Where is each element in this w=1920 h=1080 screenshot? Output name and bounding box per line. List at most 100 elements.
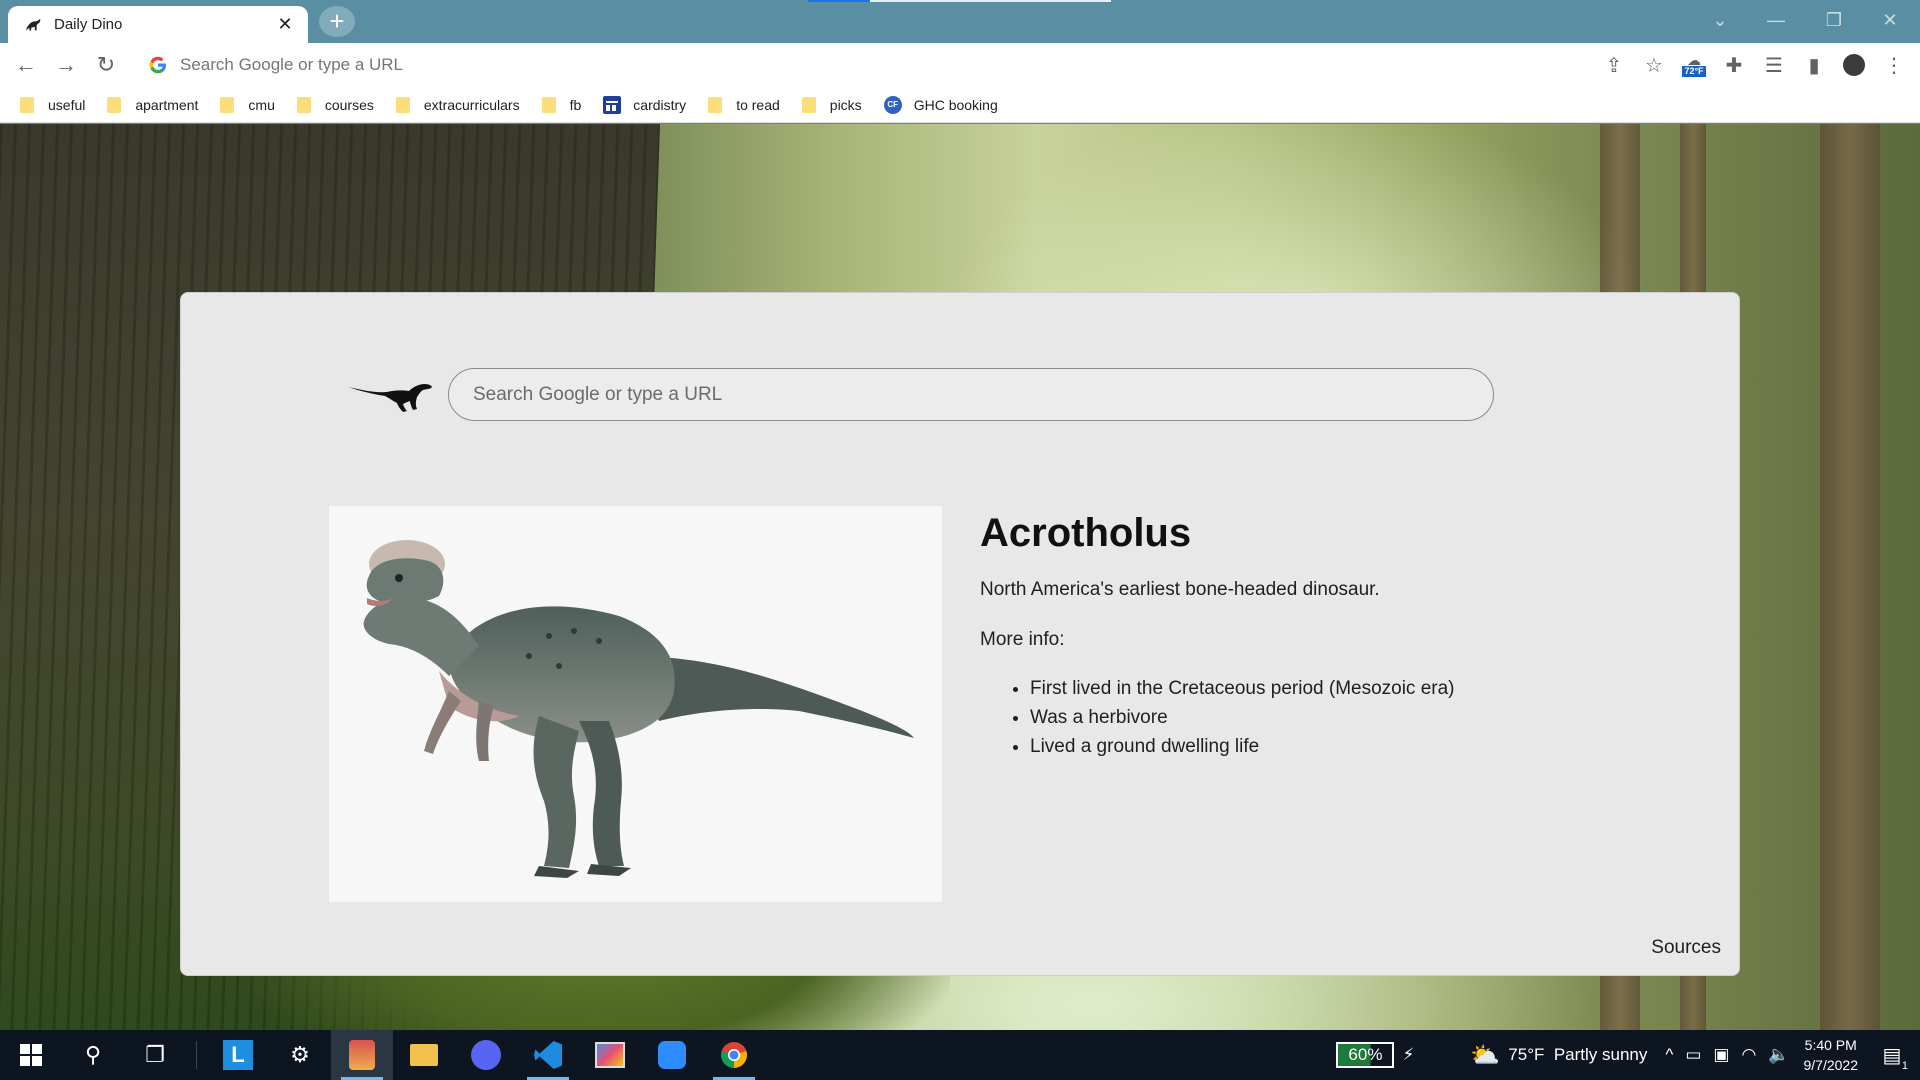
- background-tree: [1820, 124, 1880, 1030]
- dinosaur-name: Acrotholus: [980, 511, 1192, 555]
- profile-avatar-icon[interactable]: [1834, 45, 1874, 85]
- bookmark-label: extracurriculars: [423, 96, 520, 113]
- file-explorer-icon[interactable]: [393, 1030, 455, 1080]
- display-icon[interactable]: ▣: [1713, 1045, 1729, 1065]
- bookmark-courses[interactable]: courses: [296, 96, 374, 113]
- tab-strip-highlight: [808, 0, 1111, 2]
- settings-gear-icon[interactable]: ⚙: [269, 1030, 331, 1080]
- calendar-icon: [603, 95, 622, 114]
- close-icon[interactable]: ✕: [274, 14, 296, 35]
- omnibox[interactable]: [140, 48, 1580, 82]
- bookmark-cmu[interactable]: cmu: [220, 96, 275, 113]
- clock-time: 5:40 PM: [1804, 1037, 1857, 1053]
- minimize-icon[interactable]: —: [1748, 0, 1804, 40]
- bookmark-ghc-booking[interactable]: CF GHC booking: [883, 95, 998, 114]
- bookmark-picks[interactable]: picks: [801, 96, 862, 113]
- dinosaur-logo-icon: [349, 384, 432, 412]
- bookmark-label: cmu: [248, 96, 275, 113]
- discord-icon[interactable]: [455, 1030, 517, 1080]
- clock-date: 9/7/2022: [1803, 1057, 1859, 1073]
- dino-favicon-icon: [25, 18, 41, 30]
- browser-tab-daily-dino[interactable]: Daily Dino ✕: [8, 6, 308, 43]
- notifications-icon[interactable]: ▤ 1: [1872, 1043, 1912, 1072]
- page-search-input[interactable]: [448, 368, 1494, 421]
- bookmark-apartment[interactable]: apartment: [107, 96, 198, 113]
- forward-arrow-icon[interactable]: →: [46, 45, 86, 85]
- clock[interactable]: 5:40 PM 9/7/2022: [1804, 1035, 1859, 1075]
- restore-icon[interactable]: ❐: [1806, 0, 1862, 40]
- bookmark-label: picks: [829, 96, 862, 113]
- bookmark-to-read[interactable]: to read: [708, 96, 780, 113]
- browser-toolbar: ← → ↻ ⇪ ☆ ☁ 72°F ✚ ☰ ▮ ⋮: [0, 43, 1920, 87]
- reload-icon[interactable]: ↻: [86, 45, 126, 85]
- snipping-tool-icon[interactable]: [331, 1030, 393, 1080]
- folder-icon: [708, 96, 723, 113]
- photos-icon[interactable]: [579, 1030, 641, 1080]
- dinosaur-image: [329, 506, 942, 902]
- extensions-puzzle-icon[interactable]: ✚: [1714, 45, 1754, 85]
- site-icon: CF: [883, 95, 902, 114]
- weather-extension-badge: 72°F: [1682, 65, 1706, 77]
- folder-icon: [296, 96, 311, 113]
- more-info-label: More info:: [980, 629, 1065, 650]
- battery-icon[interactable]: ▭: [1685, 1045, 1701, 1065]
- folder-icon: [20, 96, 34, 113]
- notification-count: 1: [1901, 1059, 1908, 1072]
- fact-item: Lived a ground dwelling life: [1030, 736, 1455, 758]
- bookmark-star-icon[interactable]: ☆: [1634, 45, 1674, 85]
- wifi-icon[interactable]: ◠: [1741, 1045, 1756, 1065]
- tab-title: Daily Dino: [54, 16, 123, 33]
- bookmark-label: courses: [324, 96, 374, 113]
- fact-item: Was a herbivore: [1030, 707, 1455, 729]
- bookmark-extracurriculars[interactable]: extracurriculars: [395, 96, 520, 113]
- show-hidden-icons-icon[interactable]: ^: [1665, 1045, 1673, 1065]
- share-icon[interactable]: ⇪: [1594, 45, 1634, 85]
- battery-percentage[interactable]: 60%: [1336, 1042, 1395, 1068]
- dinosaur-facts-list: First lived in the Cretaceous period (Me…: [1030, 678, 1455, 765]
- volume-icon[interactable]: 🔈: [1768, 1045, 1789, 1065]
- app-l-icon[interactable]: L: [207, 1030, 269, 1080]
- reading-list-icon[interactable]: ☰: [1754, 45, 1794, 85]
- folder-icon: [220, 96, 235, 113]
- bookmark-label: useful: [48, 96, 86, 113]
- bookmarks-bar: useful apartment cmu courses extracurric…: [0, 87, 1920, 123]
- bookmark-fb[interactable]: fb: [541, 96, 582, 113]
- zoom-icon[interactable]: [641, 1030, 703, 1080]
- page-background: Acrotholus North America's earliest bone…: [0, 124, 1920, 1030]
- bookmark-cardistry[interactable]: cardistry: [603, 95, 687, 114]
- browser-title-bar: Daily Dino ✕ + ⌄ — ❐ ✕: [0, 0, 1920, 43]
- search-icon[interactable]: ⚲: [62, 1030, 124, 1080]
- bookmark-useful[interactable]: useful: [20, 96, 86, 113]
- bookmark-label: GHC booking: [913, 96, 998, 113]
- new-tab-button[interactable]: +: [319, 6, 355, 37]
- sources-link[interactable]: Sources: [1651, 937, 1721, 959]
- acrotholus-illustration: [363, 540, 914, 878]
- window-close-icon[interactable]: ✕: [1862, 0, 1918, 40]
- back-arrow-icon[interactable]: ←: [6, 45, 46, 85]
- weather-extension-icon[interactable]: ☁ 72°F: [1674, 45, 1714, 85]
- partly-sunny-icon: ⛅: [1470, 1041, 1501, 1069]
- bookmark-label: fb: [569, 96, 582, 113]
- toolbar-actions: ⇪ ☆ ☁ 72°F ✚ ☰ ▮ ⋮: [1594, 43, 1920, 87]
- windows-start-icon[interactable]: [0, 1030, 62, 1080]
- omnibox-input[interactable]: [180, 55, 1080, 75]
- vscode-icon[interactable]: [517, 1030, 579, 1080]
- more-menu-icon[interactable]: ⋮: [1874, 45, 1914, 85]
- folder-icon: [395, 96, 410, 113]
- google-g-icon: [149, 56, 166, 74]
- task-view-icon[interactable]: ❐: [124, 1030, 186, 1080]
- folder-icon: [107, 96, 122, 113]
- taskbar-separator: [196, 1041, 197, 1069]
- dinosaur-description: North America's earliest bone-headed din…: [980, 579, 1380, 600]
- power-plug-icon: ⚡: [1402, 1045, 1415, 1064]
- folder-icon: [801, 96, 816, 113]
- dino-card: Acrotholus North America's earliest bone…: [180, 292, 1740, 976]
- folder-icon: [541, 96, 556, 113]
- weather-text[interactable]: 75°F Partly sunny: [1508, 1045, 1647, 1065]
- bookmark-label: cardistry: [633, 96, 687, 113]
- system-tray: 60% ⚡ ⛅ 75°F Partly sunny ^ ▭ ▣ ◠ 🔈 5:40…: [1336, 1030, 1920, 1080]
- tab-search-icon[interactable]: ⌄: [1692, 0, 1748, 40]
- chrome-icon[interactable]: [703, 1030, 765, 1080]
- side-panel-icon[interactable]: ▮: [1794, 45, 1834, 85]
- windows-taskbar: ⚲ ❐ L ⚙ 60% ⚡ ⛅ 75°F Partly sunny ^ ▭ ▣ …: [0, 1030, 1920, 1080]
